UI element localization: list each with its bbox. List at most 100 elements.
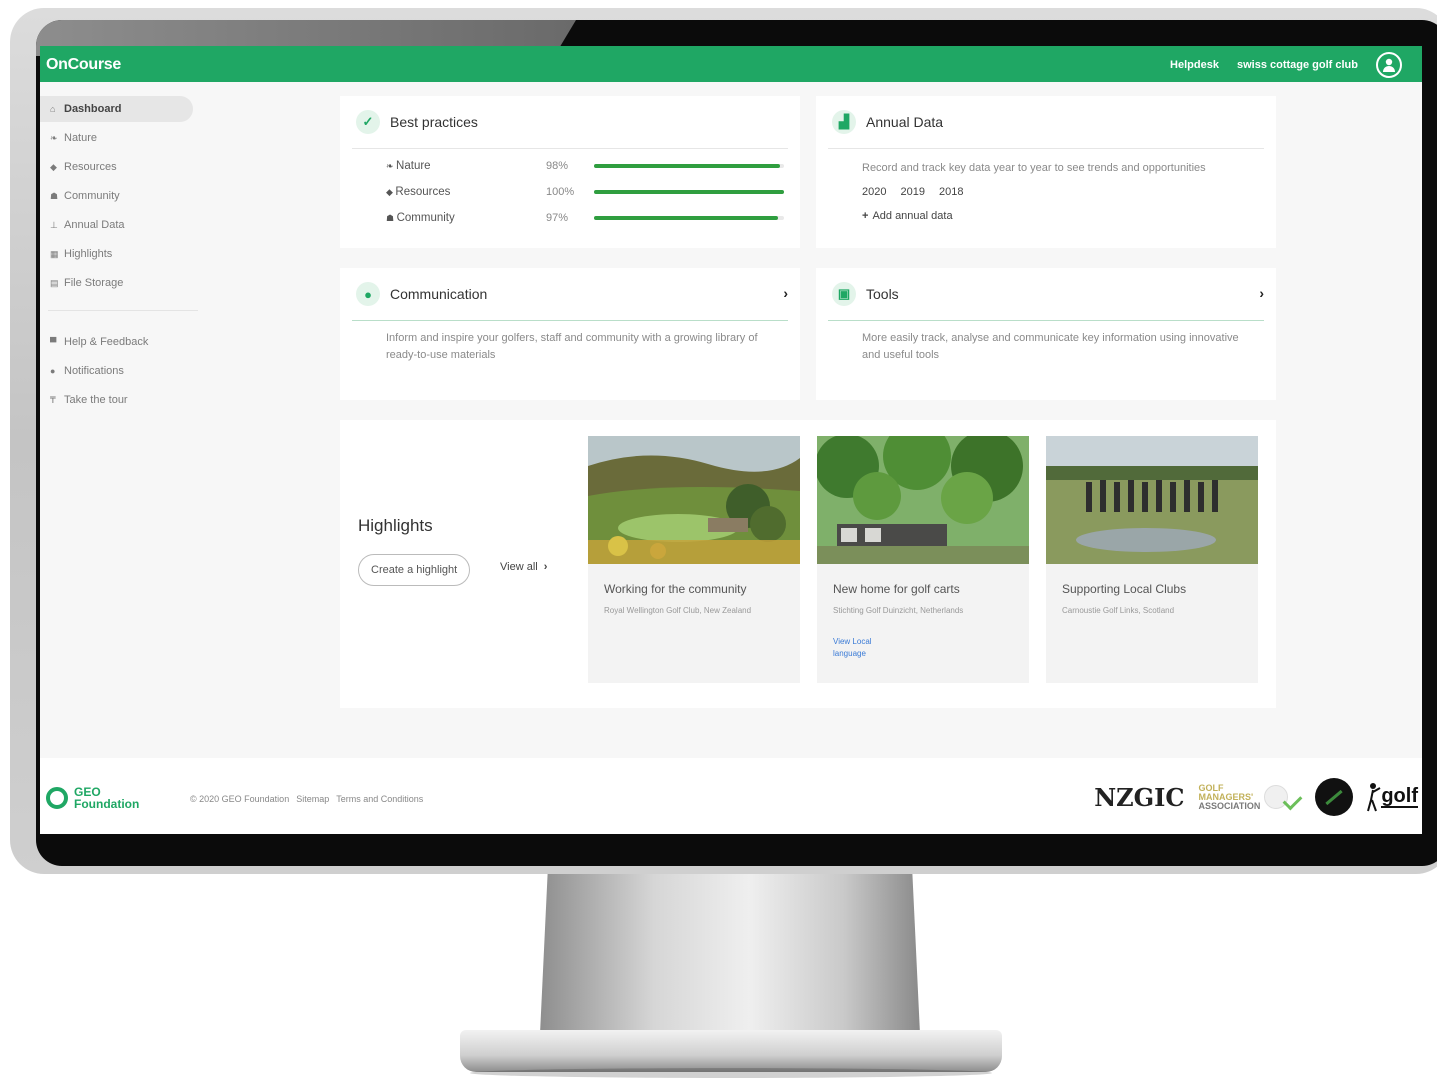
add-annual-data-label: Add annual data: [872, 210, 953, 222]
card-divider: [828, 320, 1264, 321]
sidebar-item-dashboard[interactable]: ⌂ Dashboard: [40, 96, 193, 122]
top-right-menu: Helpdesk swiss cottage golf club: [1170, 52, 1402, 78]
tools-card[interactable]: ▣ Tools › More easily track, analyse and…: [816, 268, 1276, 400]
sidebar-item-notifications[interactable]: ● Notifications: [40, 358, 200, 384]
sidebar-divider: [48, 310, 198, 311]
terms-link[interactable]: Terms and Conditions: [336, 794, 423, 804]
progress-fill: [594, 190, 784, 194]
add-annual-data-button[interactable]: + Add annual data: [862, 210, 953, 222]
water-drop-icon: ◆: [50, 161, 57, 172]
sidebar-item-label: Resources: [64, 161, 117, 173]
year-links: 2020 2019 2018: [862, 186, 963, 198]
partner-logos: NZGIC GOLF MANAGERS' ASSOCIATION golf: [1094, 778, 1418, 816]
sidebar-item-highlights[interactable]: ▦ Highlights: [40, 241, 200, 267]
highlight-photo: [817, 436, 1029, 564]
user-avatar-icon[interactable]: [1376, 52, 1402, 78]
chart-icon: ⊥: [50, 219, 58, 230]
progress-bar: [594, 190, 784, 194]
sidebar-item-label: Dashboard: [64, 103, 122, 115]
plus-icon: +: [862, 210, 869, 222]
sidebar-item-label: Highlights: [64, 248, 113, 260]
monitor-shadow: [470, 1068, 992, 1078]
club-name[interactable]: swiss cottage golf club: [1237, 59, 1358, 71]
sidebar-item-label: Nature: [64, 132, 98, 144]
communication-card[interactable]: ● Communication › Inform and inspire you…: [340, 268, 800, 400]
progress-row-community[interactable]: ☗ Community 97%: [386, 212, 784, 224]
highlight-location: Stichting Golf Duinzicht, Netherlands: [833, 606, 964, 615]
card-divider: [352, 148, 788, 149]
monitor-base: [460, 1030, 1002, 1072]
year-link[interactable]: 2020: [862, 186, 886, 198]
card-divider: [828, 148, 1264, 149]
golfer-icon: [1367, 783, 1381, 812]
chevron-right-icon: ›: [543, 561, 548, 573]
document-icon: ▣: [832, 282, 856, 306]
view-local-language-link[interactable]: View Local language: [833, 636, 893, 660]
image-icon: ▦: [50, 248, 59, 259]
highlight-title: Working for the community: [604, 582, 747, 596]
people-icon: ☗: [50, 190, 59, 201]
highlight-title: Supporting Local Clubs: [1062, 582, 1187, 596]
sidebar-item-resources[interactable]: ◆ Resources: [40, 154, 200, 180]
file-icon: ▤: [50, 277, 59, 288]
card-title: Annual Data: [866, 114, 944, 130]
annual-data-description: Record and track key data year to year t…: [862, 162, 1206, 174]
sitemap-link[interactable]: Sitemap: [296, 794, 329, 804]
create-highlight-button[interactable]: Create a highlight: [358, 554, 471, 586]
highlights-title: Highlights: [358, 516, 433, 535]
sidebar-item-take-tour[interactable]: ₸ Take the tour: [40, 387, 200, 413]
highlight-tile[interactable]: Supporting Local Clubs Carnoustie Golf L…: [1046, 436, 1258, 683]
year-link[interactable]: 2019: [900, 186, 924, 198]
checkmark-icon: ✓: [356, 110, 380, 134]
highlight-photo: [588, 436, 800, 564]
progress-fill: [594, 216, 779, 220]
progress-bar: [594, 164, 784, 168]
geo-foundation-logo[interactable]: GEO Foundation: [46, 786, 139, 810]
sidebar-item-file-storage[interactable]: ▤ File Storage: [40, 270, 200, 296]
sidebar-item-nature[interactable]: ❧ Nature: [40, 125, 200, 151]
card-title: Communication: [390, 286, 488, 302]
highlight-location: Carnoustie Golf Links, Scotland: [1062, 606, 1175, 615]
golf-managers-association-logo[interactable]: GOLF MANAGERS' ASSOCIATION: [1198, 783, 1303, 811]
progress-row-nature[interactable]: ❧ Nature 98%: [386, 160, 784, 172]
sidebar-item-help-feedback[interactable]: ▀ Help & Feedback: [40, 329, 200, 355]
dashboard-icon: ⌂: [50, 104, 56, 114]
leaf-icon: ❧: [50, 132, 58, 143]
app-logo[interactable]: OnCourse: [46, 56, 121, 74]
logo-line: Foundation: [74, 797, 140, 811]
app-screen: OnCourse Helpdesk swiss cottage golf clu…: [40, 46, 1422, 834]
chevron-right-icon[interactable]: ›: [1259, 285, 1264, 301]
view-all-label: View all: [500, 561, 538, 573]
highlight-title: New home for golf carts: [833, 582, 960, 596]
chevron-right-icon[interactable]: ›: [783, 285, 788, 301]
progress-fill: [594, 164, 781, 168]
nzgic-logo[interactable]: NZGIC: [1094, 783, 1184, 812]
monitor-stand: [540, 874, 920, 1034]
helpdesk-link[interactable]: Helpdesk: [1170, 59, 1219, 71]
sidebar-item-community[interactable]: ☗ Community: [40, 183, 200, 209]
card-title: Tools: [866, 286, 899, 302]
progress-percent: 97%: [546, 212, 569, 224]
highlight-photo: [1046, 436, 1258, 564]
speech-bubble-icon: ●: [356, 282, 380, 306]
leaf-icon: ❧: [386, 161, 397, 171]
sidebar-item-annual-data[interactable]: ⊥ Annual Data: [40, 212, 200, 238]
highlight-tile[interactable]: Working for the community Royal Wellingt…: [588, 436, 800, 683]
progress-row-resources[interactable]: ◆ Resources 100%: [386, 186, 784, 198]
sidebar: ⌂ Dashboard ❧ Nature ◆ Resources ☗ Commu…: [40, 96, 200, 416]
top-navbar: OnCourse Helpdesk swiss cottage golf clu…: [40, 46, 1422, 82]
highlight-tile[interactable]: New home for golf carts Stichting Golf D…: [817, 436, 1029, 683]
water-drop-icon: ◆: [386, 187, 396, 197]
people-icon: ☗: [386, 213, 397, 223]
golf-logo[interactable]: golf: [1367, 782, 1418, 812]
chat-icon: ▀: [50, 337, 57, 347]
progress-label: Nature: [396, 160, 431, 172]
logo-line: ASSOCIATION: [1198, 800, 1261, 811]
geo-ring-icon: [46, 787, 68, 809]
sidebar-item-label: Take the tour: [64, 394, 128, 406]
annual-data-card: ▟ Annual Data Record and track key data …: [816, 96, 1276, 248]
view-all-link[interactable]: View all ›: [500, 561, 547, 573]
partner-emblem-logo[interactable]: [1315, 778, 1354, 816]
year-link[interactable]: 2018: [939, 186, 963, 198]
progress-percent: 100%: [546, 186, 575, 198]
